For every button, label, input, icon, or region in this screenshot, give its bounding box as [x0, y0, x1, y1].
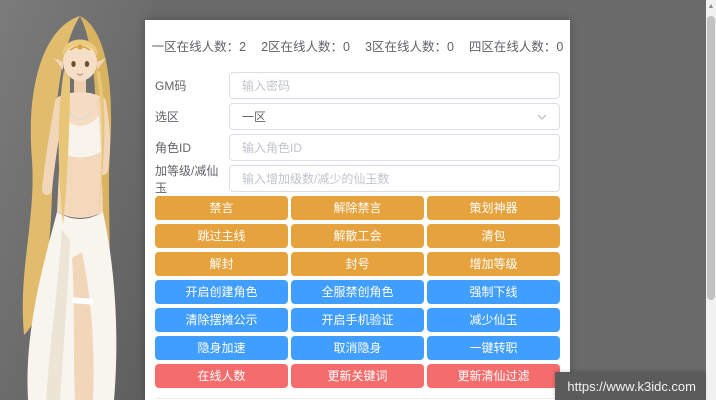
online-stats: 一区在线人数：2 2区在线人数：0 3区在线人数：0 四区在线人数：0: [155, 38, 560, 56]
button-grid: 禁言 解除禁言 策划神器 跳过主线 解散工会 清包 解封 封号 增加等级 开启创…: [155, 196, 560, 388]
btn-add-level[interactable]: 增加等级: [427, 252, 560, 276]
role-id-input[interactable]: [229, 134, 560, 161]
btn-reduce-jade[interactable]: 减少仙玉: [427, 308, 560, 332]
btn-skip-mainline[interactable]: 跳过主线: [155, 224, 288, 248]
chevron-down-icon: [537, 112, 547, 122]
btn-stealth-speedup[interactable]: 隐身加速: [155, 336, 288, 360]
scrollbar[interactable]: ▲: [706, 0, 716, 400]
form-row-gm-code: GM码: [155, 72, 560, 99]
btn-one-key-class-change[interactable]: 一键转职: [427, 336, 560, 360]
zone-select-value: 一区: [242, 108, 266, 125]
btn-ban-account[interactable]: 封号: [291, 252, 424, 276]
button-row-6: 隐身加速 取消隐身 一键转职: [155, 336, 560, 360]
role-id-label: 角色ID: [155, 139, 229, 156]
btn-planner-artifact[interactable]: 策划神器: [427, 196, 560, 220]
btn-update-keywords[interactable]: 更新关键词: [291, 364, 424, 388]
form-row-role-id: 角色ID: [155, 134, 560, 161]
form-row-level-jade: 加等级/减仙玉: [155, 165, 560, 192]
button-row-5: 清除摆摊公示 开启手机验证 减少仙玉: [155, 308, 560, 332]
level-jade-input[interactable]: [229, 165, 560, 192]
gm-form: GM码 选区 一区 角色ID 加等级/减仙玉: [155, 72, 560, 192]
btn-unmute[interactable]: 解除禁言: [291, 196, 424, 220]
btn-online-count[interactable]: 在线人数: [155, 364, 288, 388]
button-row-1: 禁言 解除禁言 策划神器: [155, 196, 560, 220]
form-row-zone: 选区 一区: [155, 103, 560, 130]
gm-code-input[interactable]: [229, 72, 560, 99]
btn-cancel-stealth[interactable]: 取消隐身: [291, 336, 424, 360]
character-artwork: [0, 0, 152, 400]
btn-update-filter[interactable]: 更新清仙过滤: [427, 364, 560, 388]
status-url: https://www.k3idc.com: [567, 379, 696, 394]
gm-code-label: GM码: [155, 77, 229, 94]
stat-zone-4: 四区在线人数：0: [469, 38, 563, 56]
scroll-up-icon[interactable]: ▲: [706, 0, 716, 14]
button-row-4: 开启创建角色 全服禁创角色 强制下线: [155, 280, 560, 304]
btn-block-create-role-all[interactable]: 全服禁创角色: [291, 280, 424, 304]
zone-label: 选区: [155, 108, 229, 125]
button-row-2: 跳过主线 解散工会 清包: [155, 224, 560, 248]
btn-clear-stall-notice[interactable]: 清除摆摊公示: [155, 308, 288, 332]
level-jade-label: 加等级/减仙玉: [155, 162, 229, 196]
btn-unban[interactable]: 解封: [155, 252, 288, 276]
btn-clear-bag[interactable]: 清包: [427, 224, 560, 248]
button-row-3: 解封 封号 增加等级: [155, 252, 560, 276]
btn-mute[interactable]: 禁言: [155, 196, 288, 220]
character-image: [0, 0, 152, 400]
page-background: 一区在线人数：2 2区在线人数：0 3区在线人数：0 四区在线人数：0 GM码 …: [0, 0, 716, 400]
button-row-7: 在线人数 更新关键词 更新清仙过滤: [155, 364, 560, 388]
btn-enable-phone-verify[interactable]: 开启手机验证: [291, 308, 424, 332]
btn-enable-create-role[interactable]: 开启创建角色: [155, 280, 288, 304]
zone-select[interactable]: 一区: [229, 103, 560, 130]
divider: [155, 398, 560, 399]
stat-zone-1: 一区在线人数：2: [152, 38, 246, 56]
stat-zone-2: 2区在线人数：0: [261, 38, 350, 56]
btn-force-offline[interactable]: 强制下线: [427, 280, 560, 304]
btn-disband-guild[interactable]: 解散工会: [291, 224, 424, 248]
gm-panel: 一区在线人数：2 2区在线人数：0 3区在线人数：0 四区在线人数：0 GM码 …: [145, 20, 570, 400]
stat-zone-3: 3区在线人数：0: [365, 38, 454, 56]
scrollbar-thumb[interactable]: [707, 16, 715, 300]
link-status-bar: https://www.k3idc.com: [555, 372, 706, 400]
